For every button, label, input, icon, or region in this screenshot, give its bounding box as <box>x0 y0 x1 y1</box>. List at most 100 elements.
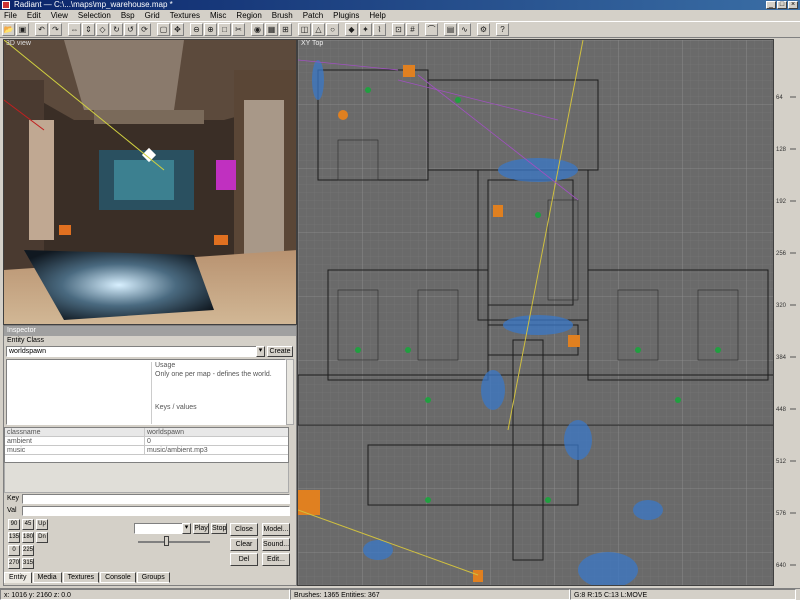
description-scrollbar[interactable] <box>286 359 294 425</box>
delete-key-button[interactable]: Del <box>230 553 258 566</box>
angle-button[interactable]: 0 <box>8 545 20 556</box>
menu-grid[interactable]: Grid <box>145 10 160 21</box>
hollow-icon[interactable]: □ <box>218 23 231 36</box>
ruler-tick-label: 256 <box>776 251 787 257</box>
cone-icon[interactable]: △ <box>312 23 325 36</box>
angle-button[interactable]: 135 <box>8 532 20 543</box>
menu-patch[interactable]: Patch <box>303 10 323 21</box>
camera-viewport[interactable]: 3D view <box>3 39 297 325</box>
table-row[interactable]: music music/ambient.mp3 <box>5 446 288 455</box>
rotate-z-icon[interactable]: ⟳ <box>138 23 151 36</box>
table-row[interactable]: classname worldspawn <box>5 428 288 437</box>
status-bar: x: 1016 y: 2160 z: 0.0 Brushes: 1365 Ent… <box>0 588 800 600</box>
edit-button[interactable]: Edit... <box>262 553 290 566</box>
brush-icon[interactable]: ▤ <box>444 23 457 36</box>
save-icon[interactable]: ▣ <box>16 23 29 36</box>
entity-class-combo[interactable]: worldspawn <box>6 346 264 357</box>
toolbar-separator <box>30 23 34 36</box>
angle-button[interactable]: 180 <box>22 532 34 543</box>
sound-combo-dropdown[interactable]: ▾ <box>182 523 191 534</box>
tab-entity[interactable]: Entity <box>4 572 32 583</box>
model-browse-button[interactable]: Model... <box>262 523 290 536</box>
plugin-icon[interactable]: ⚙ <box>477 23 490 36</box>
volume-slider-handle[interactable] <box>164 536 169 546</box>
texture-lock-icon[interactable]: ⊞ <box>279 23 292 36</box>
tab-console[interactable]: Console <box>100 572 136 583</box>
toolbar-separator <box>439 23 443 36</box>
help-icon[interactable]: ? <box>496 23 509 36</box>
tab-media[interactable]: Media <box>32 572 62 583</box>
menu-file[interactable]: File <box>4 10 17 21</box>
angle-button[interactable]: 225 <box>22 545 34 556</box>
menu-bsp[interactable]: Bsp <box>121 10 135 21</box>
key-input[interactable] <box>22 494 290 504</box>
ruler-tick-label: 64 <box>776 95 783 101</box>
angle-button[interactable]: 45 <box>22 519 34 530</box>
path-icon[interactable]: ⌇ <box>373 23 386 36</box>
view-change-icon[interactable]: ⊡ <box>392 23 405 36</box>
menu-textures[interactable]: Textures <box>170 10 200 21</box>
close-entity-button[interactable]: Close <box>230 523 258 536</box>
window-controls: _ □ × <box>766 1 798 9</box>
rotate-x-icon[interactable]: ↻ <box>110 23 123 36</box>
tab-textures[interactable]: Textures <box>62 572 100 583</box>
angle-up-button[interactable]: Up <box>36 519 48 530</box>
csg-merge-icon[interactable]: ⊕ <box>204 23 217 36</box>
flip-z-icon[interactable]: ◇ <box>96 23 109 36</box>
entity-icon[interactable]: ◆ <box>345 23 358 36</box>
toolbar-separator <box>293 23 297 36</box>
angle-down-button[interactable]: Dn <box>36 532 48 543</box>
toolbar-separator <box>420 23 424 36</box>
flip-x-icon[interactable]: ⇔ <box>68 23 81 36</box>
camera-icon[interactable]: ◉ <box>251 23 264 36</box>
rotate-y-icon[interactable]: ↺ <box>124 23 137 36</box>
patch-icon[interactable]: ◫ <box>298 23 311 36</box>
redo-icon[interactable]: ↷ <box>49 23 62 36</box>
play-button[interactable]: Play <box>193 523 209 534</box>
entity-property-table[interactable]: classname worldspawn ambient 0 music mus… <box>4 427 289 463</box>
table-row[interactable]: ambient 0 <box>5 437 288 446</box>
menu-region[interactable]: Region <box>236 10 261 21</box>
grid-icon[interactable]: # <box>406 23 419 36</box>
angle-button[interactable]: 270 <box>8 558 20 569</box>
create-entity-button[interactable]: Create <box>267 346 293 357</box>
entity-class-dropdown-button[interactable]: ▾ <box>256 346 265 357</box>
menu-misc[interactable]: Misc <box>210 10 226 21</box>
menu-selection[interactable]: Selection <box>78 10 111 21</box>
grid-scale-ruler[interactable]: 64 128 192 256 320 384 448 512 576 640 <box>774 39 796 586</box>
light-icon[interactable]: ✦ <box>359 23 372 36</box>
menu-help[interactable]: Help <box>369 10 385 21</box>
clear-button[interactable]: Clear <box>230 538 258 551</box>
volume-slider-track[interactable] <box>138 541 210 543</box>
minimize-button[interactable]: _ <box>766 1 776 9</box>
sound-browse-button[interactable]: Sound... <box>262 538 290 551</box>
select-icon[interactable]: ▢ <box>157 23 170 36</box>
toolbar-separator <box>185 23 189 36</box>
curve-icon[interactable]: ∿ <box>458 23 471 36</box>
undo-icon[interactable]: ↶ <box>35 23 48 36</box>
bend-icon[interactable]: ⌒ <box>425 23 438 36</box>
open-icon[interactable]: 📂 <box>2 23 15 36</box>
drag-icon[interactable]: ✥ <box>171 23 184 36</box>
ruler-ticks: 64 128 192 256 320 384 448 512 576 640 <box>776 95 796 569</box>
maximize-button[interactable]: □ <box>777 1 787 9</box>
close-button[interactable]: × <box>788 1 798 9</box>
menu-brush[interactable]: Brush <box>272 10 293 21</box>
menu-edit[interactable]: Edit <box>27 10 41 21</box>
csg-subtract-icon[interactable]: ⊖ <box>190 23 203 36</box>
menu-view[interactable]: View <box>51 10 68 21</box>
menu-plugins[interactable]: Plugins <box>333 10 359 21</box>
ruler-tick-label: 128 <box>776 147 787 153</box>
status-coordinates: x: 1016 y: 2160 z: 0.0 <box>0 589 290 600</box>
value-input[interactable] <box>22 506 290 516</box>
sphere-icon[interactable]: ○ <box>326 23 339 36</box>
flip-y-icon[interactable]: ⇕ <box>82 23 95 36</box>
texture-icon[interactable]: ▦ <box>265 23 278 36</box>
stop-button[interactable]: Stop <box>211 523 227 534</box>
tab-groups[interactable]: Groups <box>136 572 170 583</box>
clipper-icon[interactable]: ✂ <box>232 23 245 36</box>
xy-grid-view[interactable]: XY Top <box>297 39 774 586</box>
angle-button[interactable]: 90 <box>8 519 20 530</box>
ruler-tick-label: 576 <box>776 511 787 517</box>
angle-button[interactable]: 315 <box>22 558 34 569</box>
